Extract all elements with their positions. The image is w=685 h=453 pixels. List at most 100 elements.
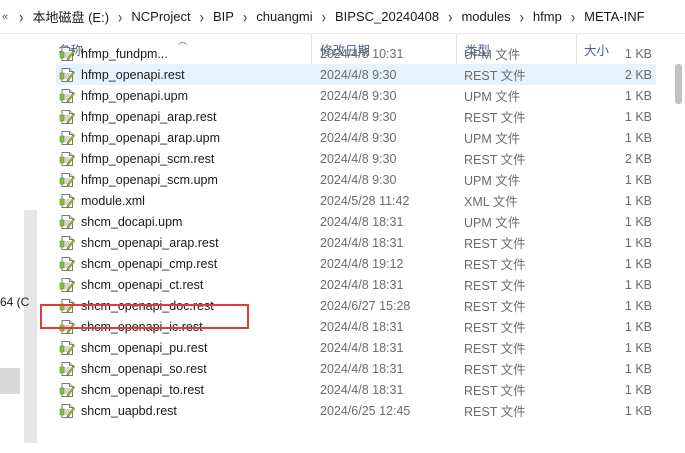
file-modified-date: 2024/4/8 18:31 — [320, 277, 404, 292]
breadcrumb-separator-icon[interactable]: › — [571, 7, 575, 27]
file-name: module.xml — [81, 193, 145, 208]
address-bar-breadcrumb[interactable]: « › 本地磁盘 (E:) › NCProject › BIP › chuangmi › BIPSC… — [0, 0, 685, 34]
file-row[interactable]: hfmp_openapi.rest 2024/4/8 9:30 REST 文件 2 K… — [56, 64, 656, 85]
file-size: 2 KB — [624, 67, 652, 82]
breadcrumb-item[interactable]: META-INF — [582, 9, 646, 24]
breadcrumb-separator-icon[interactable]: › — [243, 7, 247, 27]
file-type: UPM 文件 — [464, 132, 521, 146]
breadcrumb-item[interactable]: NCProject — [129, 9, 192, 24]
text-file-icon — [59, 319, 75, 334]
nav-item-label-fragment[interactable]: 64 (C — [0, 295, 29, 309]
file-type: REST 文件 — [464, 111, 526, 125]
file-name: shcm_openapi_ct.rest — [81, 277, 204, 292]
file-row[interactable]: hfmp_openapi_arap.rest 2024/4/8 9:30 REST … — [56, 106, 656, 127]
breadcrumb-item[interactable]: BIPSC_20240408 — [333, 9, 441, 24]
file-modified-date: 2024/4/8 9:30 — [320, 130, 397, 145]
file-modified-date: 2024/4/8 9:30 — [320, 67, 397, 82]
file-row[interactable]: hfmp_openapi_scm.rest 2024/4/8 9:30 REST 文… — [56, 148, 656, 169]
file-row[interactable]: shcm_openapi_arap.rest 2024/4/8 18:31 REST… — [56, 232, 656, 253]
breadcrumb-item[interactable]: chuangmi — [254, 9, 314, 24]
breadcrumb-item[interactable]: hfmp — [531, 9, 564, 24]
file-modified-date: 2024/4/8 18:31 — [320, 382, 404, 397]
file-type: REST 文件 — [464, 153, 526, 167]
file-name: hfmp_openapi_scm.upm — [81, 172, 218, 187]
file-size: 1 KB — [624, 277, 652, 292]
file-name: hfmp_openapi.upm — [81, 88, 189, 103]
file-row[interactable]: hfmp_openapi_scm.upm 2024/4/8 9:30 UPM 文件 1… — [56, 169, 656, 190]
file-row[interactable]: hfmp_openapi_arap.upm 2024/4/8 9:30 UPM 文件… — [56, 127, 656, 148]
file-size: 1 KB — [624, 256, 652, 271]
breadcrumb-overflow-icon[interactable]: « — [2, 11, 8, 23]
file-type: REST 文件 — [464, 405, 526, 419]
file-size: 1 KB — [624, 88, 652, 103]
file-row[interactable]: hfmp_fundpm... 2024/4/8 10:31 UPM 文件 1 KB — [56, 43, 656, 64]
file-name: shcm_openapi_pu.rest — [81, 340, 208, 355]
breadcrumb-separator-icon[interactable]: › — [118, 7, 122, 27]
text-file-icon — [59, 172, 75, 187]
file-list-scrollbar[interactable] — [672, 64, 685, 453]
breadcrumb-item[interactable]: 本地磁盘 (E:) — [30, 7, 111, 26]
file-row[interactable]: module.xml 2024/5/28 11:42 XML 文件 1 KB — [56, 190, 656, 211]
text-file-icon — [59, 214, 75, 229]
file-type: REST 文件 — [464, 279, 526, 293]
file-type: REST 文件 — [464, 363, 526, 377]
file-modified-date: 2024/4/8 10:31 — [320, 46, 404, 61]
breadcrumb-separator-icon[interactable]: › — [19, 7, 23, 27]
file-type: REST 文件 — [464, 300, 526, 314]
nav-pane-scrollbar[interactable] — [24, 210, 37, 443]
file-modified-date: 2024/4/8 18:31 — [320, 214, 404, 229]
text-file-icon — [59, 403, 75, 418]
file-row[interactable]: shcm_openapi_doc.rest 2024/6/27 15:28 REST… — [56, 295, 656, 316]
file-name: shcm_openapi_so.rest — [81, 361, 207, 376]
file-name: shcm_openapi_arap.rest — [81, 235, 219, 250]
file-modified-date: 2024/4/8 18:31 — [320, 340, 404, 355]
file-row[interactable]: shcm_openapi_so.rest 2024/4/8 18:31 REST 文… — [56, 358, 656, 379]
file-row[interactable]: shcm_docapi.upm 2024/4/8 18:31 UPM 文件 1 KB — [56, 211, 656, 232]
file-modified-date: 2024/4/8 9:30 — [320, 88, 397, 103]
file-row[interactable]: shcm_openapi_to.rest 2024/4/8 18:31 REST 文… — [56, 379, 656, 400]
breadcrumb-item[interactable]: BIP — [211, 9, 236, 24]
file-row[interactable]: shcm_openapi_ic.rest 2024/4/8 18:31 REST 文… — [56, 316, 656, 337]
file-size: 2 KB — [624, 151, 652, 166]
breadcrumb-separator-icon[interactable]: › — [448, 7, 452, 27]
file-modified-date: 2024/4/8 19:12 — [320, 256, 404, 271]
file-name: shcm_openapi_doc.rest — [81, 298, 214, 313]
file-size: 1 KB — [624, 172, 652, 187]
file-row[interactable]: shcm_openapi_cmp.rest 2024/4/8 19:12 REST … — [56, 253, 656, 274]
file-name: hfmp_openapi_scm.rest — [81, 151, 215, 166]
nav-selected-item[interactable] — [0, 368, 20, 394]
file-size: 1 KB — [624, 130, 652, 145]
file-type: UPM 文件 — [464, 216, 521, 230]
nav-pane-scrollbar-thumb[interactable] — [24, 210, 37, 443]
file-name: shcm_openapi_ic.rest — [81, 319, 203, 334]
breadcrumb-separator-icon[interactable]: › — [520, 7, 524, 27]
text-file-icon — [59, 151, 75, 166]
file-row[interactable]: shcm_openapi_ct.rest 2024/4/8 18:31 REST 文… — [56, 274, 656, 295]
file-modified-date: 2024/4/8 18:31 — [320, 235, 404, 250]
breadcrumb-separator-icon[interactable]: › — [322, 7, 326, 27]
file-modified-date: 2024/4/8 18:31 — [320, 361, 404, 376]
file-name: hfmp_openapi_arap.upm — [81, 130, 220, 145]
file-name: hfmp_fundpm... — [81, 46, 168, 61]
breadcrumb-separator-icon[interactable]: › — [200, 7, 204, 27]
text-file-icon — [59, 46, 75, 61]
breadcrumb-item[interactable]: modules — [459, 9, 512, 24]
file-row[interactable]: hfmp_openapi.upm 2024/4/8 9:30 UPM 文件 1 KB — [56, 85, 656, 106]
text-file-icon — [59, 361, 75, 376]
file-size: 1 KB — [624, 46, 652, 61]
file-modified-date: 2024/4/8 9:30 — [320, 151, 397, 166]
file-type: REST 文件 — [464, 258, 526, 272]
file-modified-date: 2024/4/8 9:30 — [320, 109, 397, 124]
file-type: REST 文件 — [464, 237, 526, 251]
file-row[interactable]: shcm_openapi_pu.rest 2024/4/8 18:31 REST 文… — [56, 337, 656, 358]
file-size: 1 KB — [624, 403, 652, 418]
file-name: hfmp_openapi.rest — [81, 67, 185, 82]
file-modified-date: 2024/4/8 9:30 — [320, 172, 397, 187]
text-file-icon — [59, 256, 75, 271]
file-row[interactable]: shcm_uapbd.rest 2024/6/25 12:45 REST 文件 1 K… — [56, 400, 656, 421]
file-type: UPM 文件 — [464, 174, 521, 188]
text-file-icon — [59, 67, 75, 82]
file-size: 1 KB — [624, 109, 652, 124]
file-type: XML 文件 — [464, 195, 518, 209]
file-list-scrollbar-thumb[interactable] — [675, 64, 682, 104]
